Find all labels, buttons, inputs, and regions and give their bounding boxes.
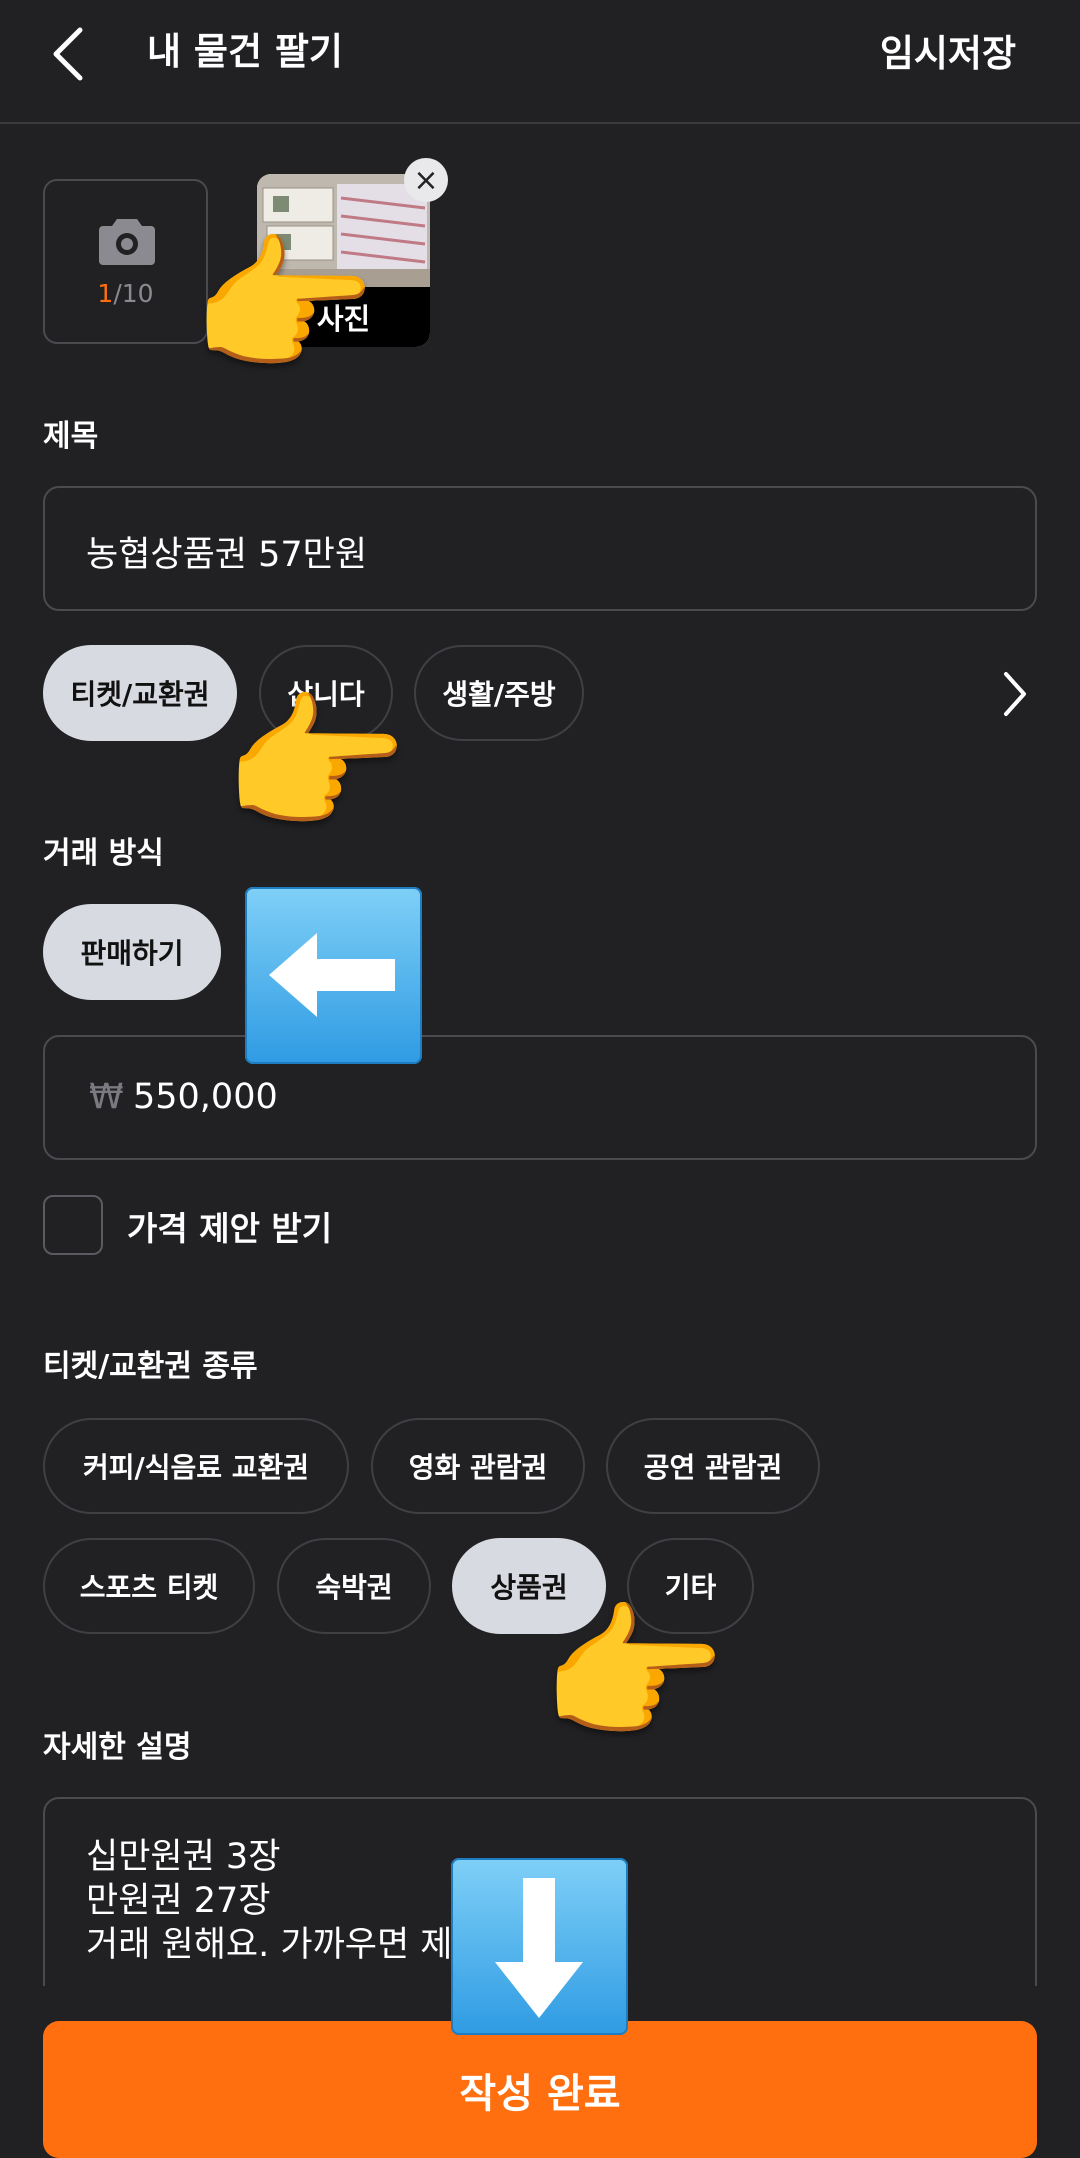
left-arrow-icon [269,933,395,1017]
chevron-left-icon [53,27,83,81]
close-icon: × [413,162,439,198]
pointing-hand-icon: 👉 [540,1588,727,1762]
more-categories-button[interactable] [994,666,1034,722]
photo-count: 1/10 [97,279,154,308]
add-photo-button[interactable]: 1/10 [43,179,208,344]
ticket-type-label: 티켓/교환권 종류 [43,1349,258,1384]
price-value: 550,000 [133,1077,278,1117]
title-input[interactable]: 농협상품권 57만원 [43,486,1037,611]
left-arrow-overlay [245,887,422,1064]
temp-save-button[interactable]: 임시저장 [880,26,1016,82]
trade-method-sell-chip[interactable]: 판매하기 [43,904,221,1000]
back-button[interactable] [44,22,100,86]
pointing-hand-icon: 👉 [190,220,377,394]
down-arrow-overlay [451,1858,628,2035]
price-offer-checkbox[interactable] [43,1195,103,1255]
page-title: 내 물건 팔기 [147,30,343,73]
category-chip-living-kitchen[interactable]: 생활/주방 [414,645,584,741]
currency-symbol: ₩ [89,1077,124,1117]
camera-icon [99,219,155,265]
price-offer-label[interactable]: 가격 제안 받기 [127,1202,332,1250]
ticket-type-chip-lodging[interactable]: 숙박권 [277,1538,431,1634]
description-line: 거래 원해요. 가까우면 제가 [86,1925,485,1965]
trade-method-label: 거래 방식 [43,836,164,871]
submit-button[interactable]: 작성 완료 [43,2021,1037,2158]
remove-photo-button[interactable]: × [404,158,448,202]
chevron-right-icon [1004,672,1026,716]
ticket-type-chip-sports[interactable]: 스포츠 티켓 [43,1538,255,1634]
pointing-hand-icon: 👉 [222,678,409,852]
price-input[interactable]: ₩ 550,000 [43,1035,1037,1160]
title-label: 제목 [43,419,99,454]
title-input-value: 농협상품권 57만원 [86,535,368,575]
description-line: 만원권 27장 [86,1881,271,1921]
description-line: 십만원권 3장 [86,1837,281,1877]
ticket-type-chip-movie[interactable]: 영화 관람권 [371,1418,585,1514]
description-label: 자세한 설명 [43,1730,192,1765]
top-app-bar: 내 물건 팔기 임시저장 [0,0,1080,124]
category-chip-ticket[interactable]: 티켓/교환권 [43,645,237,741]
down-arrow-icon [495,1878,583,2018]
ticket-type-chip-performance[interactable]: 공연 관람권 [606,1418,820,1514]
ticket-type-chip-coffee[interactable]: 커피/식음료 교환권 [43,1418,349,1514]
